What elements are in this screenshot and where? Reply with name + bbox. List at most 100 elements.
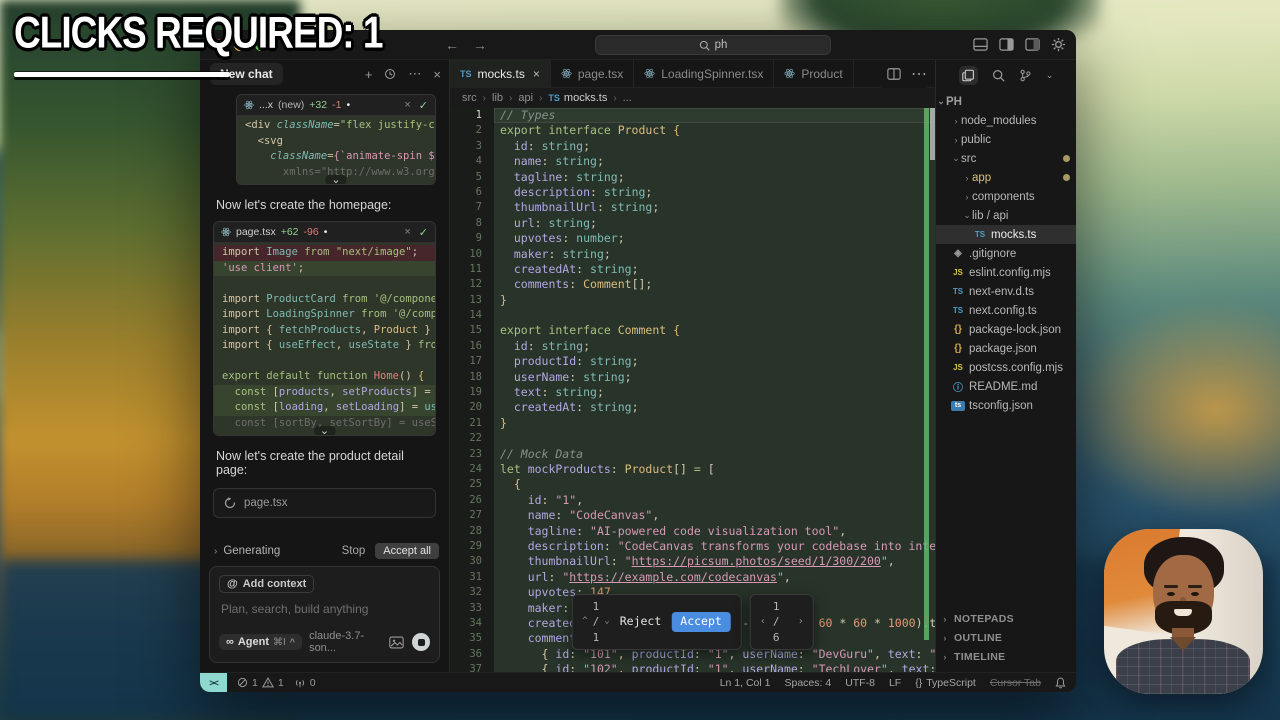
tree-item-lib-api[interactable]: ⌄lib / api: [936, 206, 1076, 225]
accept-file-icon[interactable]: ✓: [419, 226, 428, 239]
code-line[interactable]: 9 upvotes: number;: [450, 231, 935, 246]
code-line[interactable]: 30 thumbnailUrl: "https://picsum.photos/…: [450, 554, 935, 569]
code-line[interactable]: 17 productId: string;: [450, 354, 935, 369]
tree-item-postcss-config-mjs[interactable]: JSpostcss.config.mjs: [936, 358, 1076, 377]
sidebar-search-icon[interactable]: [992, 69, 1005, 82]
expand-status-chevron-icon[interactable]: ›: [214, 546, 217, 557]
code-line[interactable]: 21}: [450, 416, 935, 431]
breadcrumb-file[interactable]: TSmocks.ts: [548, 92, 607, 104]
tree-item-package-lock-json[interactable]: {}package-lock.json: [936, 320, 1076, 339]
code-block-header[interactable]: page.tsx +62 -96 • × ✓: [214, 222, 435, 243]
toggle-panel-icon[interactable]: [973, 37, 988, 52]
tree-item-next-config-ts[interactable]: TSnext.config.ts: [936, 301, 1076, 320]
chat-composer[interactable]: @ Add context Plan, search, build anythi…: [209, 566, 440, 663]
code-line[interactable]: 18 userName: string;: [450, 370, 935, 385]
chat-message-list[interactable]: ...x (new) +32 -1 • × ✓ <div className="…: [200, 88, 449, 538]
code-line[interactable]: 20 createdAt: string;: [450, 400, 935, 415]
status-utf-8[interactable]: UTF-8: [845, 677, 875, 689]
tree-item-eslint-config-mjs[interactable]: JSeslint.config.mjs: [936, 263, 1076, 282]
code-line[interactable]: 15export interface Comment {: [450, 323, 935, 338]
tree-item-src[interactable]: ⌄src: [936, 149, 1076, 168]
code-editor[interactable]: 1// Types2export interface Product {3 id…: [450, 108, 935, 672]
remote-indicator[interactable]: ><: [200, 673, 227, 693]
reject-button[interactable]: Reject: [620, 614, 662, 629]
diff-prev-icon[interactable]: ^: [582, 614, 587, 629]
code-line[interactable]: 24let mockProducts: Product[] = [: [450, 462, 935, 477]
source-control-icon[interactable]: [1019, 69, 1032, 82]
code-line[interactable]: 2export interface Product {: [450, 123, 935, 138]
file-prev-icon[interactable]: ‹: [760, 614, 766, 629]
attach-image-icon[interactable]: [389, 636, 404, 649]
code-line[interactable]: 3 id: string;: [450, 139, 935, 154]
diff-next-icon[interactable]: ⌄: [604, 614, 609, 629]
code-line[interactable]: 5 tagline: string;: [450, 170, 935, 185]
code-line[interactable]: 37 { id: "102", productId: "1", userName…: [450, 662, 935, 672]
editor-tab-loadingspinner-tsx[interactable]: LoadingSpinner.tsx: [634, 60, 774, 87]
command-search-box[interactable]: ph: [595, 35, 831, 55]
code-line[interactable]: 8 url: string;: [450, 216, 935, 231]
explorer-files-icon[interactable]: [959, 66, 978, 85]
nav-back-icon[interactable]: ←: [445, 37, 459, 53]
code-line[interactable]: 1// Types: [450, 108, 935, 123]
accept-all-button[interactable]: Accept all: [375, 543, 439, 559]
sidebar-more-chevron-icon[interactable]: ⌄: [1046, 70, 1054, 81]
chat-close-icon[interactable]: ×: [433, 67, 441, 82]
accept-button[interactable]: Accept: [671, 612, 731, 631]
status-lf[interactable]: LF: [889, 677, 901, 689]
tree-item-readme-md[interactable]: ⓘREADME.md: [936, 377, 1076, 396]
editor-tab-mocks-ts[interactable]: TSmocks.ts×: [450, 60, 551, 87]
ports-indicator[interactable]: 0: [294, 677, 316, 689]
stop-generation-button[interactable]: Stop: [342, 545, 366, 557]
tree-item-components[interactable]: ›components: [936, 187, 1076, 206]
notifications-bell-icon[interactable]: [1055, 677, 1066, 689]
file-next-icon[interactable]: ›: [798, 614, 804, 629]
tab-close-icon[interactable]: ×: [533, 67, 540, 81]
workspace-root[interactable]: ⌄ PH: [936, 92, 1076, 111]
nav-forward-icon[interactable]: →: [473, 37, 487, 53]
toggle-sidebar-icon[interactable]: [999, 37, 1014, 52]
split-editor-icon[interactable]: [887, 67, 901, 81]
language-mode[interactable]: {} TypeScript: [915, 677, 976, 689]
code-line[interactable]: 4 name: string;: [450, 154, 935, 169]
generating-file-chip[interactable]: page.tsx: [213, 488, 436, 518]
breadcrumb[interactable]: src›lib›api›TSmocks.ts›...: [450, 88, 935, 108]
chat-more-icon[interactable]: ⋯: [408, 66, 421, 82]
stop-generating-button[interactable]: [412, 633, 430, 651]
breadcrumb-item[interactable]: src: [462, 92, 477, 104]
breadcrumb-item[interactable]: api: [518, 92, 533, 104]
editor-tab-page-tsx[interactable]: page.tsx: [551, 60, 634, 87]
code-line[interactable]: 31 url: "https://example.com/codecanvas"…: [450, 570, 935, 585]
cursor-tab-toggle[interactable]: Cursor Tab: [990, 677, 1041, 689]
section-timeline[interactable]: ›TIMELINE: [936, 647, 1076, 666]
code-line[interactable]: 19 text: string;: [450, 385, 935, 400]
code-block-header[interactable]: ...x (new) +32 -1 • × ✓: [237, 95, 435, 116]
accept-file-icon[interactable]: ✓: [419, 99, 428, 112]
code-line[interactable]: 7 thumbnailUrl: string;: [450, 200, 935, 215]
model-selector[interactable]: claude-3.7-son...: [309, 630, 382, 654]
code-line[interactable]: 10 maker: string;: [450, 247, 935, 262]
tabs-more-icon[interactable]: ⋯: [911, 64, 927, 84]
breadcrumb-item[interactable]: lib: [492, 92, 503, 104]
tree-item-mocks-ts[interactable]: TSmocks.ts: [936, 225, 1076, 244]
tree-item-package-json[interactable]: {}package.json: [936, 339, 1076, 358]
code-line[interactable]: 16 id: string;: [450, 339, 935, 354]
history-icon[interactable]: [384, 68, 396, 80]
tree-item-next-env-d-ts[interactable]: TSnext-env.d.ts: [936, 282, 1076, 301]
expand-block-chevron-icon[interactable]: ⌄: [314, 426, 335, 436]
code-line[interactable]: 22: [450, 431, 935, 446]
add-context-chip[interactable]: @ Add context: [219, 575, 314, 593]
tree-item-tsconfig-json[interactable]: tstsconfig.json: [936, 396, 1076, 415]
code-line[interactable]: 25 {: [450, 477, 935, 492]
code-line[interactable]: 11 createdAt: string;: [450, 262, 935, 277]
expand-block-chevron-icon[interactable]: ⌄: [325, 175, 346, 185]
code-line[interactable]: 14: [450, 308, 935, 323]
section-notepads[interactable]: ›NOTEPADS: [936, 609, 1076, 628]
tree-item-node_modules[interactable]: ›node_modules: [936, 111, 1076, 130]
editor-tab-product[interactable]: Product: [774, 60, 853, 87]
tree-item--gitignore[interactable]: ◈.gitignore: [936, 244, 1076, 263]
settings-gear-icon[interactable]: [1051, 37, 1066, 52]
tree-item-public[interactable]: ›public: [936, 130, 1076, 149]
code-line[interactable]: 28 tagline: "AI-powered code visualizati…: [450, 524, 935, 539]
breadcrumb-more[interactable]: ...: [623, 92, 632, 104]
reject-file-icon[interactable]: ×: [404, 99, 410, 112]
